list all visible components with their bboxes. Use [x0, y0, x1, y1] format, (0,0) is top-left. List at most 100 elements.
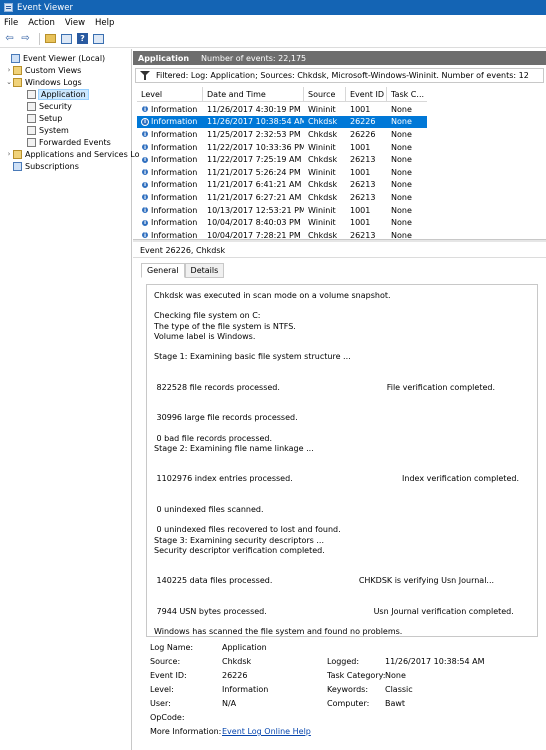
cell-text: 26213	[350, 155, 376, 165]
cell-text: 10/04/2017 7:28:21 PM	[207, 230, 301, 238]
cell-text: 26213	[350, 180, 376, 190]
cell-text: Information	[151, 155, 198, 165]
cell-text: 1001	[350, 104, 371, 114]
menu-view[interactable]: View	[65, 18, 85, 28]
cell-task-category: None	[391, 204, 427, 217]
panel-title: Application	[138, 53, 190, 63]
log-icon	[27, 125, 36, 135]
chevron-right-icon[interactable]: ›	[5, 150, 13, 158]
cell-source: Chkdsk	[308, 116, 346, 129]
properties-icon[interactable]	[92, 32, 105, 45]
cell-text: None	[391, 218, 412, 228]
tree-item-application[interactable]: Application	[19, 88, 89, 100]
tree-item-event-viewer-local[interactable]: Event Viewer (Local)	[3, 52, 105, 64]
event-log-online-help-link[interactable]: Event Log Online Help	[222, 727, 311, 736]
table-row[interactable]: i Information 11/21/2017 6:41:21 AM Chkdsk 2…	[137, 179, 427, 192]
back-arrow-icon[interactable]: ⇦	[3, 32, 16, 45]
description-line: 0 unindexed files recovered to lost and …	[154, 525, 341, 535]
cell-level: i Information	[141, 128, 203, 141]
column-header-event-id[interactable]: Event ID	[346, 87, 387, 101]
cell-text: Chkdsk	[308, 117, 338, 127]
information-icon: i	[141, 180, 149, 189]
menu-help[interactable]: Help	[95, 18, 114, 28]
table-row[interactable]: i Information 11/21/2017 6:27:21 AM Chkdsk 2…	[137, 191, 427, 204]
cell-source: Chkdsk	[308, 191, 346, 204]
cell-text: Information	[151, 104, 198, 114]
information-icon: i	[141, 168, 149, 177]
tab-general[interactable]: General	[141, 263, 185, 278]
chevron-right-icon[interactable]: ›	[5, 66, 13, 74]
forward-arrow-icon[interactable]: ⇨	[19, 32, 32, 45]
menu-file[interactable]: File	[4, 18, 18, 28]
cell-event-id: 26226	[350, 128, 387, 141]
tree-item-label: Security	[39, 101, 72, 111]
column-header-source[interactable]: Source	[304, 87, 346, 101]
open-folder-icon[interactable]	[44, 32, 57, 45]
table-row[interactable]: i Information 11/26/2017 4:30:19 PM Wininit…	[137, 103, 427, 116]
cell-source: Chkdsk	[308, 179, 346, 192]
logged-label: Logged:	[327, 657, 360, 666]
pane-splitter[interactable]	[133, 239, 546, 242]
menu-action[interactable]: Action	[28, 18, 55, 28]
event-description: Chkdsk was executed in scan mode on a vo…	[146, 284, 538, 637]
table-row[interactable]: i Information 11/25/2017 2:32:53 PM Chkdsk 2…	[137, 128, 427, 141]
tree-item-applications-and-services[interactable]: › Applications and Services Lo	[5, 148, 140, 160]
detail-tabs: General Details	[141, 263, 225, 278]
level-value: Information	[222, 685, 269, 694]
cell-text: 11/26/2017 4:30:19 PM	[207, 104, 301, 114]
tree-item-setup[interactable]: Setup	[19, 112, 62, 124]
description-line: Security descriptor verification complet…	[154, 545, 325, 555]
tree-item-forwarded-events[interactable]: Forwarded Events	[19, 136, 111, 148]
description-line	[154, 423, 537, 433]
column-header-date-time[interactable]: Date and Time	[203, 87, 304, 101]
cell-text: 10/13/2017 12:53:21 PM	[207, 205, 304, 215]
chevron-down-icon[interactable]: ⌄	[5, 78, 13, 86]
tree-item-label: Custom Views	[25, 65, 82, 75]
tree-item-custom-views[interactable]: › Custom Views	[5, 64, 81, 76]
description-line	[154, 362, 537, 372]
tree-item-system[interactable]: System	[19, 124, 69, 136]
description-line	[154, 485, 537, 495]
cell-date-time: 11/22/2017 10:33:36 PM	[207, 141, 304, 154]
information-icon: i	[141, 105, 149, 114]
log-icon	[27, 137, 36, 147]
cell-text: Wininit	[308, 167, 336, 177]
computer-icon	[11, 53, 20, 63]
table-row[interactable]: i Information 11/22/2017 7:25:19 AM Chkdsk 2…	[137, 153, 427, 166]
tree-item-windows-logs[interactable]: ⌄ Windows Logs	[5, 76, 82, 88]
cell-task-category: None	[391, 216, 427, 229]
menu-bar: File Action View Help	[0, 15, 546, 30]
help-icon[interactable]: ?	[76, 32, 89, 45]
folder-icon	[13, 65, 22, 75]
table-row[interactable]: i Information 10/13/2017 12:53:21 PM Winini…	[137, 204, 427, 217]
cell-event-id: 26213	[350, 153, 387, 166]
tree-item-subscriptions[interactable]: Subscriptions	[5, 160, 79, 172]
cell-date-time: 10/04/2017 7:28:21 PM	[207, 229, 304, 238]
tab-details[interactable]: Details	[184, 263, 225, 278]
task-category-value: None	[385, 671, 406, 680]
column-header-task-category[interactable]: Task C...	[387, 87, 427, 101]
show-hide-tree-icon[interactable]	[60, 32, 73, 45]
table-row[interactable]: i Information 11/22/2017 10:33:36 PM Winini…	[137, 141, 427, 154]
description-line: 30996 large file records processed.	[154, 413, 298, 423]
column-header-level[interactable]: Level	[137, 87, 203, 101]
cell-text: Chkdsk	[308, 129, 338, 139]
cell-text: 11/22/2017 7:25:19 AM	[207, 155, 302, 165]
cell-text: None	[391, 104, 412, 114]
cell-text: 1001	[350, 218, 371, 228]
tree-item-security[interactable]: Security	[19, 100, 72, 112]
cell-source: Wininit	[308, 103, 346, 116]
source-value: Chkdsk	[222, 657, 252, 666]
table-row[interactable]: i Information 10/04/2017 7:28:21 PM Chkdsk 2…	[137, 229, 427, 238]
toolbar-separator	[39, 32, 40, 45]
cell-task-category: None	[391, 229, 427, 238]
table-row[interactable]: i Information 10/04/2017 8:40:03 PM Wininit…	[137, 216, 427, 229]
cell-text: Information	[151, 180, 198, 190]
table-row[interactable]: i Information 11/26/2017 10:38:54 AM Chkdsk…	[137, 115, 427, 129]
cell-date-time: 11/21/2017 5:26:24 PM	[207, 166, 304, 179]
cell-level: i Information	[141, 141, 203, 154]
table-row[interactable]: i Information 11/21/2017 5:26:24 PM Wininit…	[137, 166, 427, 179]
cell-text: 26226	[350, 117, 376, 127]
description-line	[154, 617, 537, 627]
events-table: Level Date and Time Source Event ID Task…	[137, 87, 427, 238]
